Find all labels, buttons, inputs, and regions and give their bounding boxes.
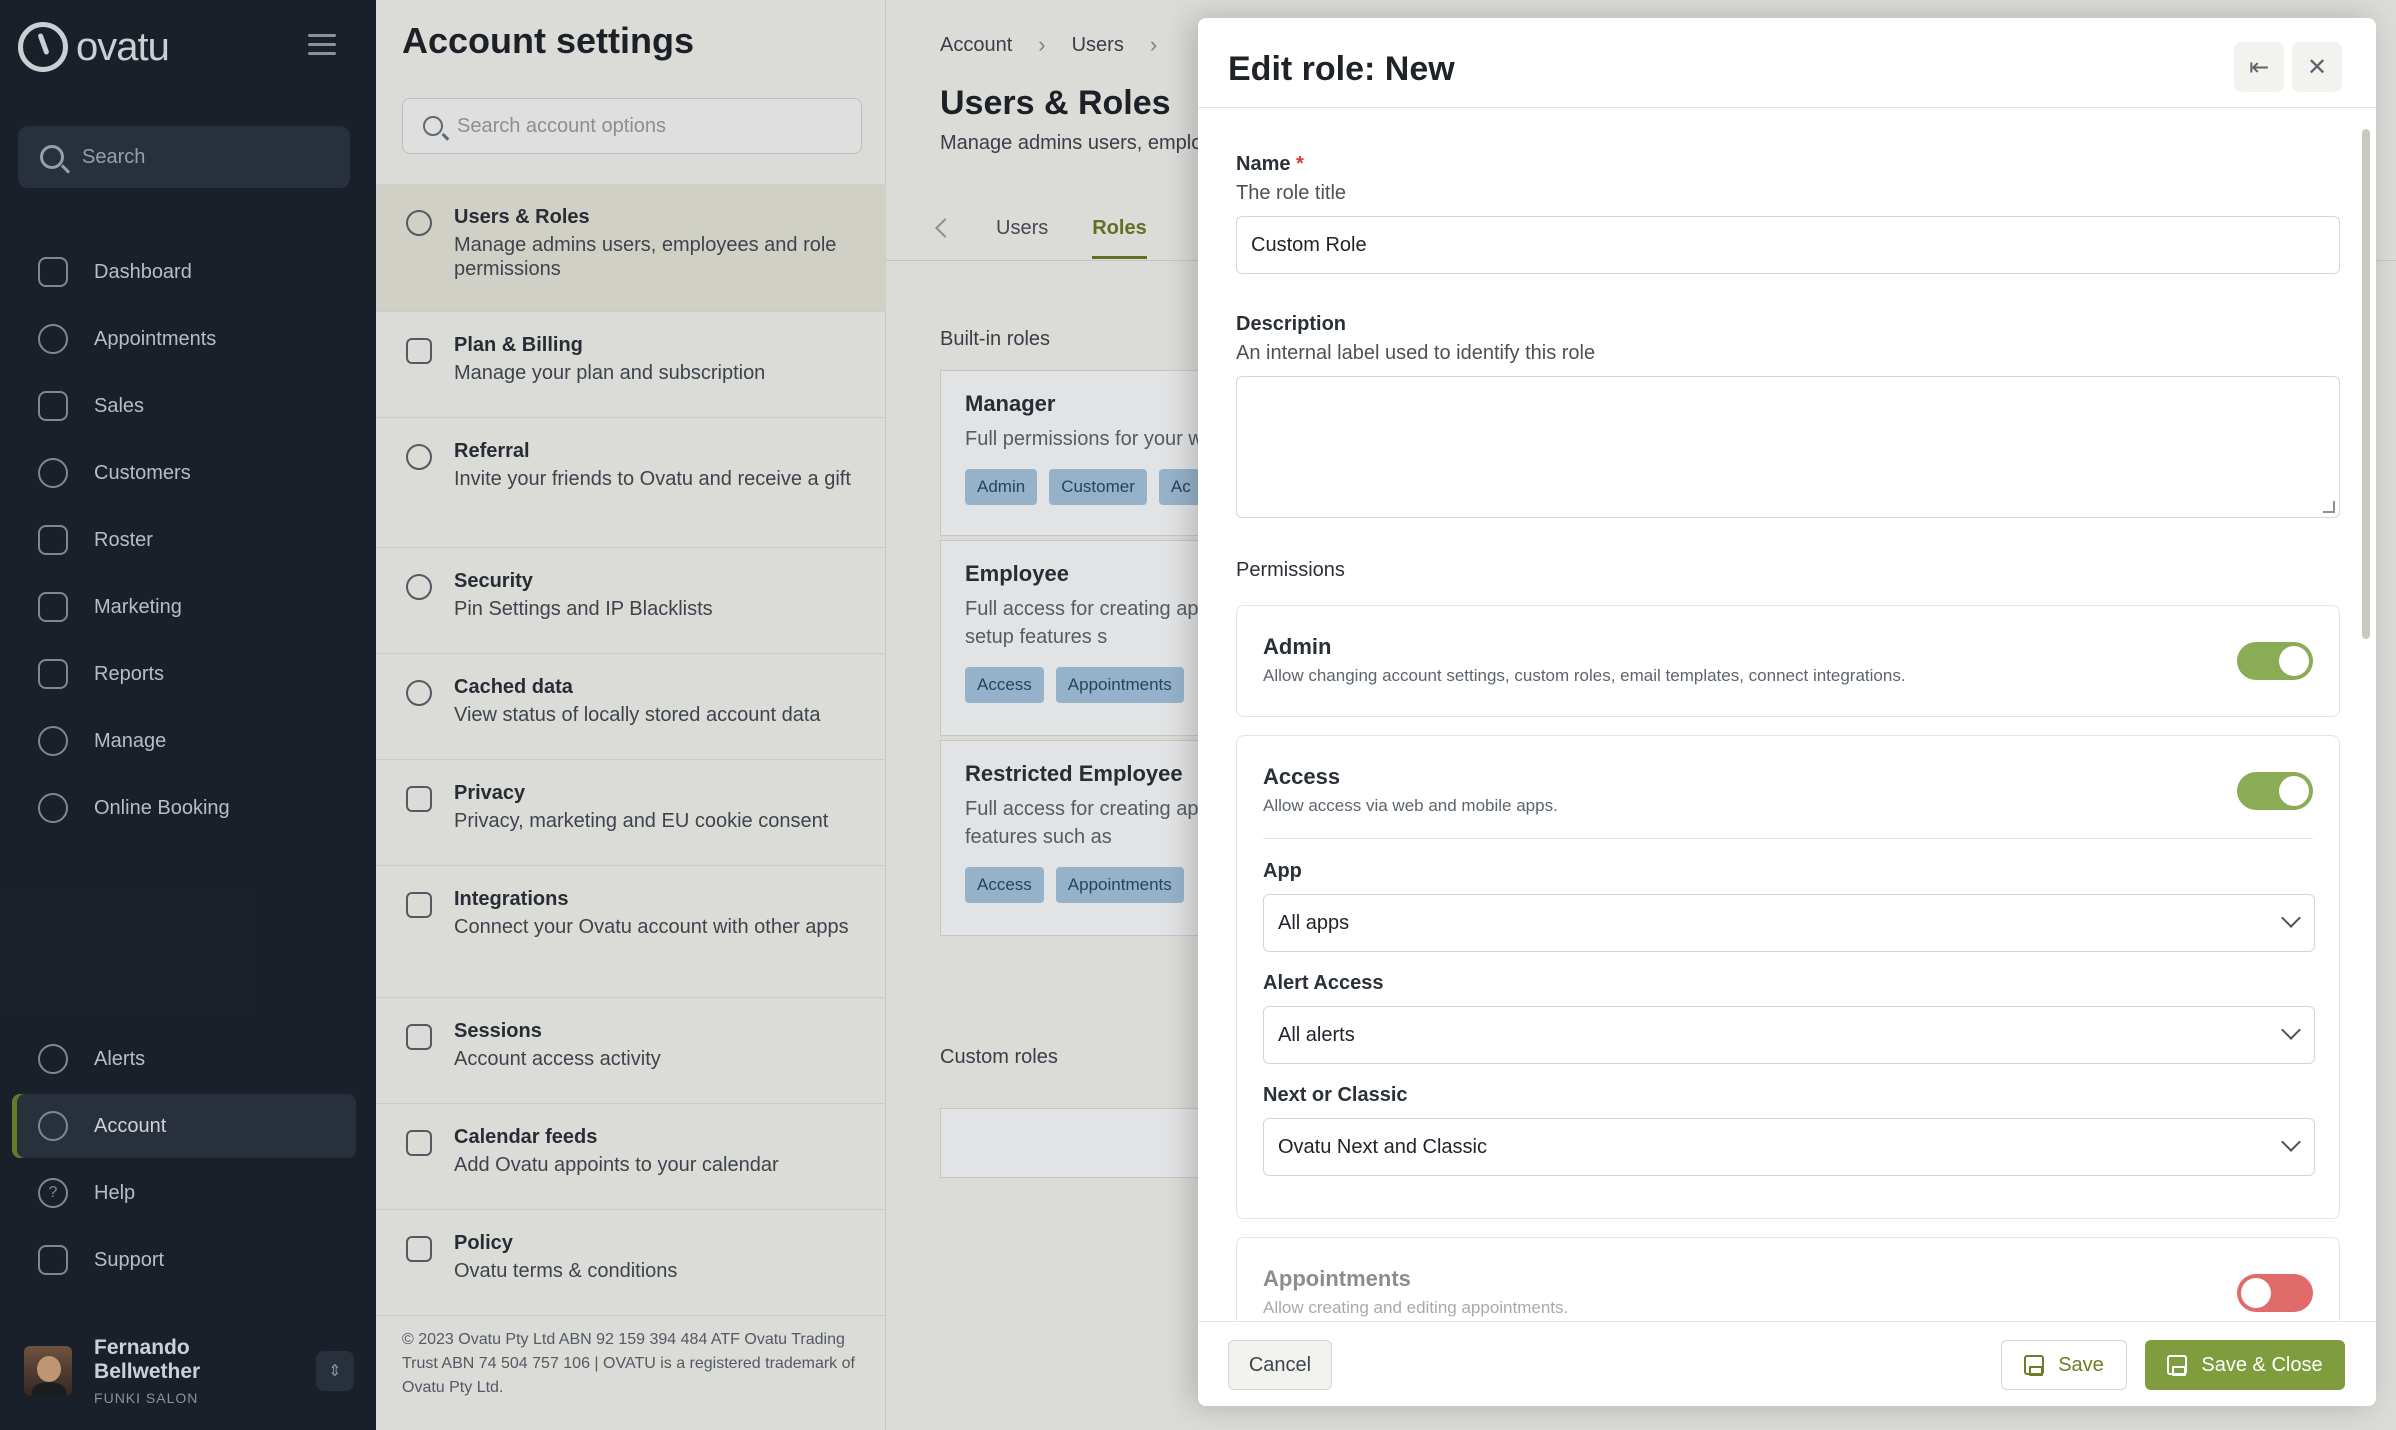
next-classic-select-value: Ovatu Next and Classic <box>1278 1135 1487 1158</box>
admin-toggle[interactable] <box>2237 642 2313 680</box>
alert-access-select[interactable]: All alerts <box>1263 1006 2315 1064</box>
permission-title: Appointments <box>1263 1266 1411 1291</box>
save-button-label: Save <box>2058 1353 2104 1376</box>
modal-title: Edit role: New <box>1228 50 1455 88</box>
save-close-button-label: Save & Close <box>2201 1353 2323 1376</box>
access-toggle[interactable] <box>2237 772 2313 810</box>
chevron-down-icon <box>2281 1020 2301 1040</box>
permission-appointments: Appointments Allow creating and editing … <box>1236 1237 2340 1321</box>
app-select[interactable]: All apps <box>1263 894 2315 952</box>
modal-footer: Cancel Save Save & Close <box>1198 1321 2376 1406</box>
permission-desc: Allow creating and editing appointments. <box>1263 1298 1569 1317</box>
name-help: The role title <box>1236 182 1347 204</box>
permission-title: Access <box>1263 764 1341 789</box>
description-field[interactable] <box>1236 376 2340 518</box>
name-field[interactable]: Custom Role <box>1236 216 2340 274</box>
alert-access-label: Alert Access <box>1263 972 1384 994</box>
permission-desc: Allow access via web and mobile apps. <box>1263 796 1558 815</box>
modal-body: Name * The role title Custom Role Descri… <box>1198 109 2376 1321</box>
alert-access-select-value: All alerts <box>1278 1023 1355 1046</box>
description-help: An internal label used to identify this … <box>1236 342 1596 364</box>
cancel-button[interactable]: Cancel <box>1228 1340 1332 1390</box>
chevron-down-icon <box>2281 908 2301 928</box>
save-icon <box>2024 1355 2045 1376</box>
save-button[interactable]: Save <box>2001 1340 2127 1390</box>
chevron-down-icon <box>2281 1132 2301 1152</box>
permission-title: Admin <box>1263 634 1332 659</box>
permission-access: Access Allow access via web and mobile a… <box>1236 735 2340 1219</box>
name-label: Name * <box>1236 153 1304 176</box>
name-label-text: Name <box>1236 153 1291 175</box>
edit-role-modal: Edit role: New ⇤ ✕ Name * The role title… <box>1198 18 2376 1406</box>
modal-header: Edit role: New ⇤ ✕ <box>1198 18 2376 108</box>
appointments-toggle[interactable] <box>2237 1274 2313 1312</box>
save-icon <box>2167 1355 2188 1376</box>
app-select-value: All apps <box>1278 911 1350 934</box>
next-classic-select[interactable]: Ovatu Next and Classic <box>1263 1118 2315 1176</box>
close-icon[interactable]: ✕ <box>2292 42 2342 92</box>
permission-desc: Allow changing account settings, custom … <box>1263 666 1906 685</box>
modal-scrollbar[interactable] <box>2362 129 2370 639</box>
divider <box>1263 838 2313 839</box>
collapse-panel-icon[interactable]: ⇤ <box>2234 42 2284 92</box>
next-classic-label: Next or Classic <box>1263 1084 1408 1106</box>
description-label: Description <box>1236 313 1347 335</box>
save-close-button[interactable]: Save & Close <box>2145 1340 2345 1390</box>
permissions-label: Permissions <box>1236 559 1345 581</box>
app-label: App <box>1263 860 1302 882</box>
permission-admin: Admin Allow changing account settings, c… <box>1236 605 2340 717</box>
required-marker: * <box>1296 153 1304 175</box>
